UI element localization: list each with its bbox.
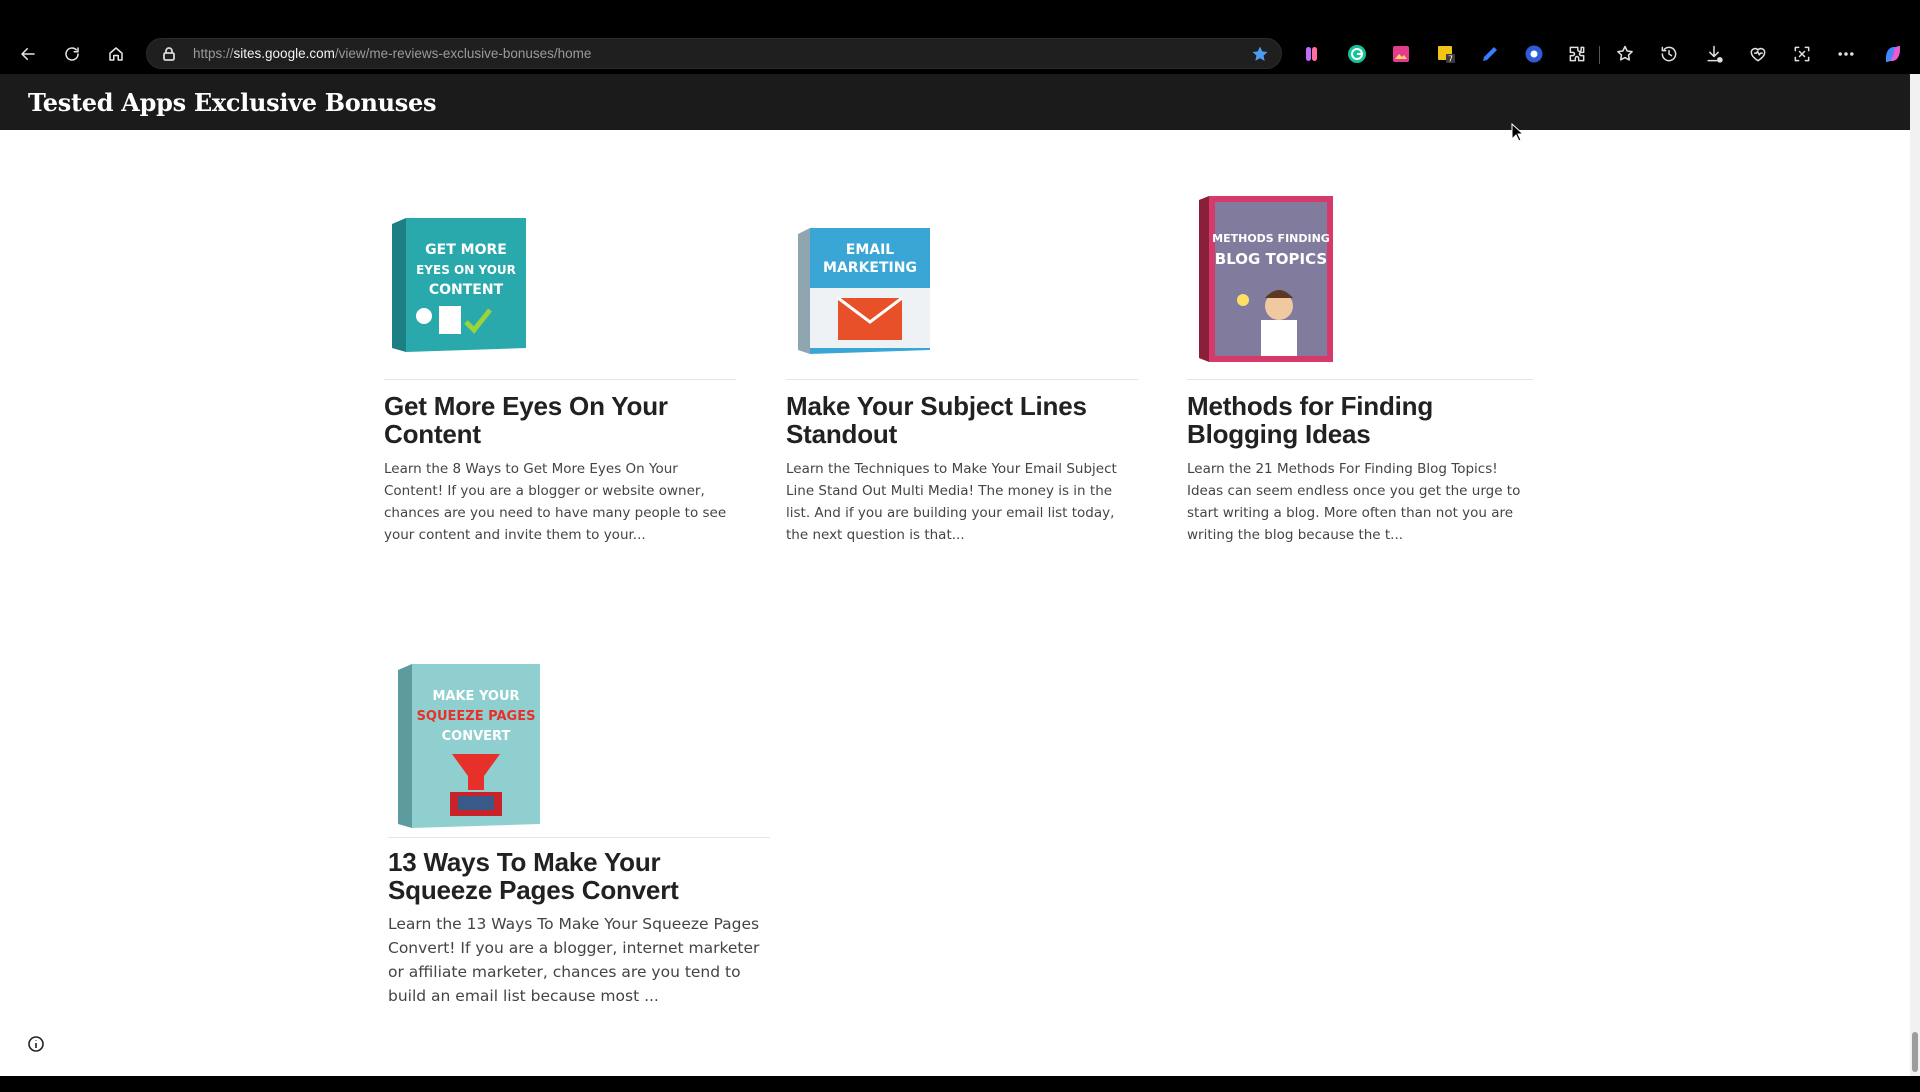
site-title[interactable]: Tested Apps Exclusive Bonuses: [28, 88, 437, 117]
cover-line: CONTENT: [429, 282, 504, 298]
favorites-icon[interactable]: [1614, 43, 1636, 65]
more-icon[interactable]: [1835, 43, 1857, 65]
bonus-card: GET MORE EYES ON YOUR CONTENT Get More E…: [384, 202, 736, 582]
card-title[interactable]: 13 Ways To Make Your Squeeze Pages Conve…: [388, 848, 770, 904]
downloads-icon[interactable]: [1703, 43, 1725, 65]
sticky-notes-icon[interactable]: 7: [1435, 43, 1457, 65]
info-icon: [28, 1036, 44, 1052]
cover-line: BLOG TOPICS: [1215, 250, 1327, 268]
product-cover-image[interactable]: METHODS FINDING BLOG TOPICS: [1195, 194, 1345, 364]
cover-line: CONVERT: [442, 729, 511, 744]
product-cover-image[interactable]: GET MORE EYES ON YOUR CONTENT: [384, 214, 534, 354]
card-divider: [384, 379, 736, 380]
site-header: Tested Apps Exclusive Bonuses: [0, 74, 1910, 130]
page-scrollbar[interactable]: [1910, 74, 1920, 1078]
card-divider: [786, 379, 1138, 380]
card-divider: [1187, 379, 1533, 380]
bonus-card: MAKE YOUR SQUEEZE PAGES CONVERT 13 Ways …: [388, 662, 770, 1092]
card-description: Learn the 13 Ways To Make Your Squeeze P…: [388, 915, 760, 1005]
card-title[interactable]: Methods for Finding Blogging Ideas: [1187, 392, 1533, 448]
mouse-cursor-icon: [1511, 123, 1525, 142]
grammarly-icon[interactable]: [1346, 43, 1368, 65]
toolbar-separator: [1599, 46, 1600, 64]
card-title[interactable]: Make Your Subject Lines Standout: [786, 392, 1138, 448]
gemini-icon[interactable]: [1301, 43, 1323, 65]
card-description: Learn the 21 Methods For Finding Blog To…: [1187, 461, 1521, 543]
card-description: Learn the Techniques to Make Your Email …: [786, 461, 1117, 543]
product-cover-image[interactable]: EMAIL MARKETING: [792, 224, 942, 364]
browser-essentials-icon[interactable]: [1747, 43, 1769, 65]
cover-line: METHODS FINDING: [1212, 232, 1330, 245]
sticky-badge: 7: [1448, 55, 1453, 64]
product-cover-image[interactable]: MAKE YOUR SQUEEZE PAGES CONVERT: [392, 662, 552, 832]
back-arrow-icon: [21, 48, 35, 60]
site-info-button[interactable]: [26, 1034, 46, 1054]
page-content: GET MORE EYES ON YOUR CONTENT Get More E…: [0, 130, 1910, 1078]
cover-line: SQUEEZE PAGES: [417, 709, 536, 724]
video-capture-icon[interactable]: [1523, 43, 1545, 65]
url-path: /view/me-reviews-exclusive-bonuses/home: [334, 46, 592, 61]
window-bottom-edge: [0, 1076, 1920, 1080]
cover-line: MARKETING: [823, 260, 917, 276]
card-title[interactable]: Get More Eyes On Your Content: [384, 392, 736, 448]
back-button[interactable]: [14, 40, 42, 68]
address-bar[interactable]: https://sites.google.com/view/me-reviews…: [146, 38, 1282, 69]
refresh-button[interactable]: [58, 40, 86, 68]
history-icon[interactable]: [1658, 43, 1680, 65]
bonus-card: EMAIL MARKETING Make Your Subject Lines …: [786, 202, 1138, 582]
cover-line: EMAIL: [846, 242, 895, 258]
cover-line: MAKE YOUR: [432, 689, 519, 704]
extensions-icon[interactable]: [1566, 43, 1588, 65]
bonus-card: METHODS FINDING BLOG TOPICS Methods for …: [1187, 196, 1533, 582]
refresh-icon: [65, 47, 79, 61]
scrollbar-thumb[interactable]: [1912, 1032, 1918, 1072]
screenshot-icon[interactable]: [1791, 43, 1813, 65]
photo-editor-icon[interactable]: [1390, 43, 1412, 65]
cover-line: EYES ON YOUR: [416, 263, 516, 277]
card-description: Learn the 8 Ways to Get More Eyes On You…: [384, 461, 727, 543]
home-icon: [109, 47, 123, 61]
home-button[interactable]: [102, 40, 130, 68]
card-divider: [388, 837, 770, 838]
lock-icon: [161, 46, 177, 62]
pen-icon[interactable]: [1479, 43, 1501, 65]
copilot-icon[interactable]: [1882, 43, 1904, 65]
url-text[interactable]: https://sites.google.com/view/me-reviews…: [193, 46, 591, 61]
url-prefix: https://: [193, 46, 234, 61]
window-top-strip: [0, 0, 1920, 34]
url-host: sites.google.com: [233, 46, 335, 61]
cover-line: GET MORE: [425, 242, 507, 258]
favorite-star-icon[interactable]: [1251, 45, 1269, 63]
